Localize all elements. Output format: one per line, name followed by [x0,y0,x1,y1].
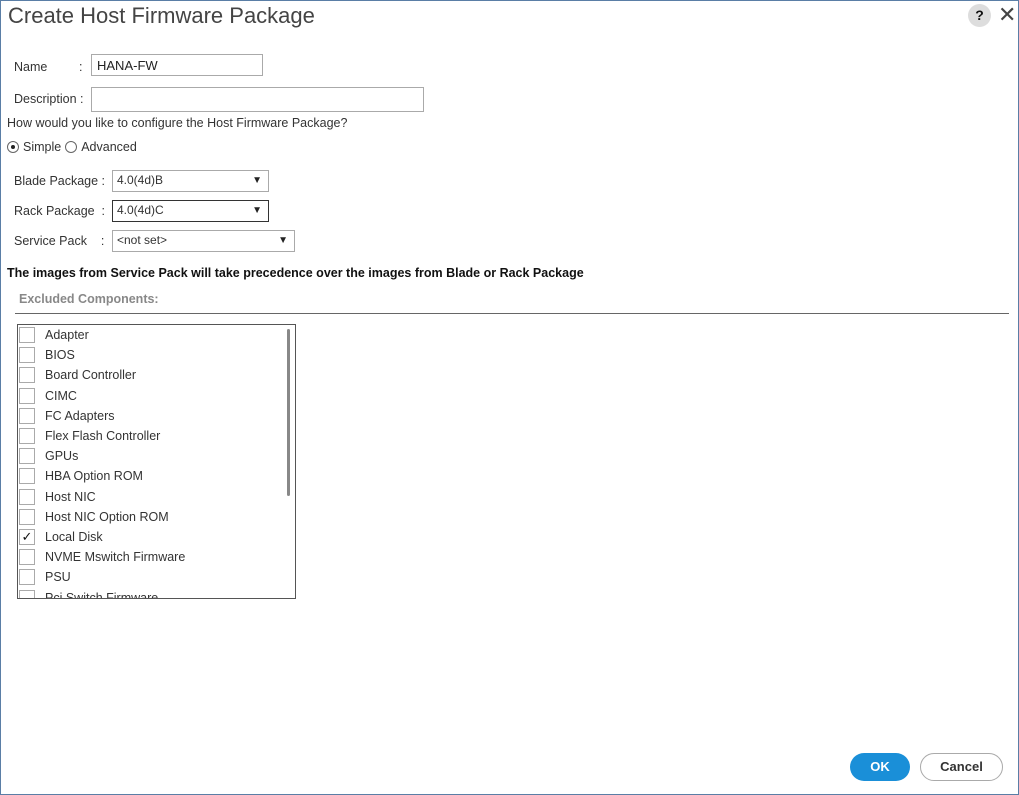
list-scrollbar[interactable] [287,329,290,496]
cancel-button[interactable]: Cancel [920,753,1003,781]
list-item[interactable]: PSU [18,567,295,587]
rack-package-label: Rack Package : [14,204,106,218]
checkbox[interactable] [19,468,35,485]
checkbox[interactable] [19,549,35,566]
list-item[interactable]: CIMC [18,386,295,406]
list-item-label: Host NIC [45,489,96,504]
list-item-label: NVME Mswitch Firmware [45,550,186,565]
checkbox[interactable] [19,407,35,424]
list-item-label: Flex Flash Controller [45,429,161,444]
list-item-label: GPUs [45,449,79,464]
radio-simple-label[interactable]: Simple [23,140,61,154]
excluded-components-label: Excluded Components: [19,292,159,306]
list-item-label: CIMC [45,388,77,403]
list-item[interactable]: FC Adapters [18,406,295,426]
list-item[interactable]: Host NIC [18,487,295,507]
list-item-label: BIOS [45,348,75,363]
list-item-label: Adapter [45,328,89,343]
checkbox[interactable] [19,327,35,344]
name-colon: : [79,60,83,74]
config-question: How would you like to configure the Host… [7,116,348,130]
list-item-label: FC Adapters [45,408,115,423]
chevron-down-icon: ▼ [252,205,262,216]
list-item-label: HBA Option ROM [45,469,143,484]
list-item-label: Local Disk [45,529,103,544]
dialog-title: Create Host Firmware Package [8,3,315,28]
excluded-components-list[interactable]: Adapter BIOS Board Controller CIMC FC Adapte… [17,324,296,599]
service-pack-label: Service Pack : [14,234,105,248]
checkbox[interactable] [19,387,35,404]
description-input[interactable] [91,87,424,112]
radio-simple[interactable] [7,141,19,153]
checkbox[interactable] [19,428,35,445]
list-item-label: PSU [45,570,71,585]
list-item[interactable]: Host NIC Option ROM [18,507,295,527]
ok-button[interactable]: OK [850,753,910,781]
list-item-label: Host NIC Option ROM [45,509,169,524]
checkbox[interactable] [19,508,35,525]
help-icon[interactable]: ? [968,4,991,27]
name-input[interactable] [91,54,263,76]
rack-package-value: 4.0(4d)C [117,203,164,217]
checkmark-icon: ✓ [21,528,33,544]
checkbox[interactable] [19,367,35,384]
chevron-down-icon: ▼ [278,235,288,246]
list-item[interactable]: Adapter [18,325,295,345]
checkbox[interactable] [19,448,35,465]
divider [15,313,1009,314]
list-item[interactable]: HBA Option ROM [18,466,295,486]
list-item[interactable]: Board Controller [18,365,295,385]
radio-advanced[interactable] [65,141,78,153]
mode-radio-group: Simple Advanced [7,140,137,154]
list-item-label: Board Controller [45,368,137,383]
checkbox-checked[interactable]: ✓ [19,528,35,545]
rack-package-select[interactable]: 4.0(4d)C ▼ [112,200,269,222]
list-item[interactable]: Pci Switch Firmware [18,587,295,599]
list-item[interactable]: ✓ Local Disk [18,527,295,547]
service-pack-value: <not set> [117,233,168,247]
radio-advanced-label[interactable]: Advanced [81,140,137,154]
blade-package-label: Blade Package : [14,174,106,188]
precedence-note: The images from Service Pack will take p… [7,266,584,280]
chevron-down-icon: ▼ [252,175,262,186]
list-item-label: Pci Switch Firmware [45,590,159,599]
blade-package-value: 4.0(4d)B [117,173,164,187]
blade-package-select[interactable]: 4.0(4d)B ▼ [112,170,269,192]
checkbox[interactable] [19,347,35,364]
close-icon[interactable]: ✕ [998,3,1018,27]
checkbox[interactable] [19,569,35,586]
checkbox[interactable] [19,488,35,505]
service-pack-select[interactable]: <not set> ▼ [112,230,295,252]
list-item[interactable]: GPUs [18,446,295,466]
list-item[interactable]: NVME Mswitch Firmware [18,547,295,567]
checkbox[interactable] [19,589,35,598]
list-item[interactable]: BIOS [18,345,295,365]
description-label: Description : [14,92,84,106]
list-item[interactable]: Flex Flash Controller [18,426,295,446]
name-label: Name [14,60,48,74]
